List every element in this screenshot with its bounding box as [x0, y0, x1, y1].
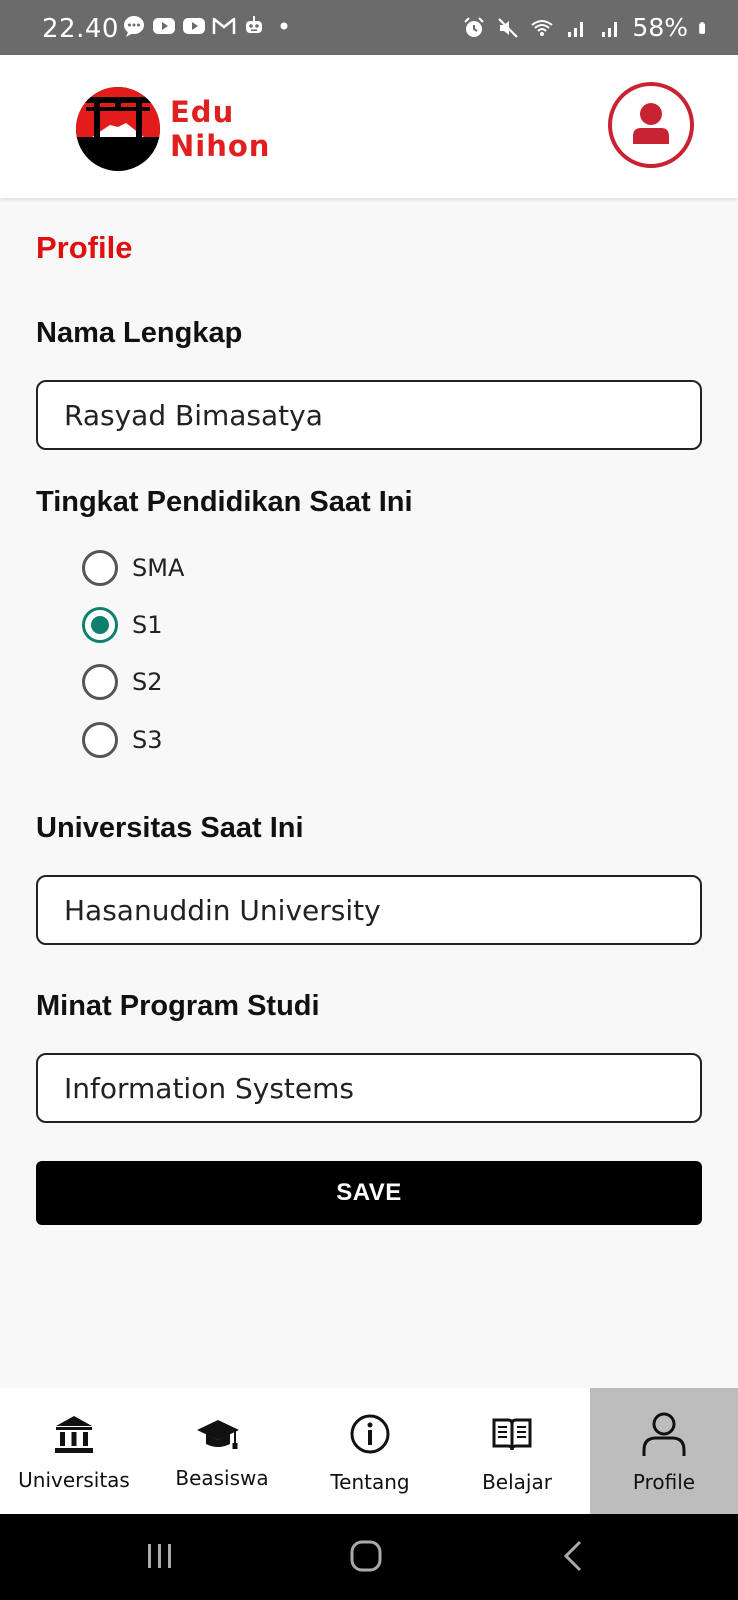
battery-percentage: 58%	[632, 13, 688, 42]
radio-button-checked[interactable]	[82, 607, 118, 643]
brand-name: Edu Nihon	[170, 95, 270, 163]
university-field[interactable]: Hasanuddin University	[36, 875, 702, 945]
university-label: Universitas Saat Ini	[36, 812, 304, 844]
battery-icon	[699, 21, 705, 34]
profile-avatar-button[interactable]	[608, 82, 694, 168]
recent-apps-icon[interactable]	[140, 1536, 180, 1576]
program-value: Information Systems	[64, 1071, 354, 1105]
name-label: Nama Lengkap	[36, 317, 243, 349]
program-field[interactable]: Information Systems	[36, 1053, 702, 1123]
system-indicators: 58%	[462, 13, 712, 42]
education-label: Tingkat Pendidikan Saat Ini	[36, 486, 413, 518]
nav-item-universitas[interactable]: Universitas	[0, 1388, 148, 1514]
home-icon[interactable]	[346, 1536, 386, 1576]
app-header: Edu Nihon	[0, 55, 738, 198]
nav-item-profile[interactable]: Profile	[590, 1388, 738, 1514]
system-navigation-bar	[0, 1514, 738, 1600]
nav-label: Universitas	[18, 1468, 130, 1492]
nav-label: Beasiswa	[175, 1466, 269, 1490]
university-value: Hasanuddin University	[64, 893, 381, 927]
radio-option-sma[interactable]: SMA	[82, 548, 184, 588]
info-icon	[350, 1414, 390, 1454]
radio-label: S2	[132, 668, 163, 696]
status-bar: 22.40 58%	[0, 0, 738, 55]
youtube-icon	[183, 18, 205, 34]
notification-icons	[122, 14, 296, 38]
back-icon[interactable]	[554, 1536, 594, 1576]
graduation-cap-icon	[197, 1420, 239, 1449]
save-button[interactable]: SAVE	[36, 1161, 702, 1225]
gmail-icon	[212, 17, 236, 34]
signal-icon	[568, 21, 584, 37]
dot-icon	[280, 22, 288, 30]
status-time: 22.40	[42, 14, 119, 44]
brand-line-2: Nihon	[170, 129, 271, 163]
page-title: Profile	[36, 230, 133, 265]
person-icon	[642, 1412, 686, 1456]
radio-button[interactable]	[82, 722, 118, 758]
wifi-icon	[531, 19, 554, 36]
bottom-navigation: Universitas Beasiswa Tentang Belajar Pro…	[0, 1388, 738, 1514]
mute-icon	[498, 17, 519, 38]
nav-label: Tentang	[330, 1470, 410, 1494]
chat-bubble-icon	[124, 16, 144, 37]
nav-item-belajar[interactable]: Belajar	[444, 1388, 590, 1514]
radio-label: SMA	[132, 554, 185, 582]
institution-icon	[55, 1416, 93, 1453]
alarm-icon	[464, 16, 485, 37]
brand-line-1: Edu	[170, 95, 235, 129]
radio-option-s1[interactable]: S1	[82, 605, 163, 645]
radio-label: S1	[132, 611, 163, 639]
radio-option-s3[interactable]: S3	[82, 720, 163, 760]
user-icon	[633, 103, 669, 144]
radio-button[interactable]	[82, 550, 118, 586]
radio-label: S3	[132, 726, 163, 754]
torii-gate-logo	[76, 87, 160, 171]
nav-label: Belajar	[482, 1470, 552, 1494]
signal-icon	[602, 21, 618, 37]
nav-label: Profile	[632, 1470, 696, 1494]
book-icon	[492, 1418, 532, 1451]
nav-item-beasiswa[interactable]: Beasiswa	[148, 1388, 296, 1514]
radio-button[interactable]	[82, 664, 118, 700]
youtube-icon	[153, 18, 175, 34]
robot-icon	[246, 16, 262, 33]
nav-item-tentang[interactable]: Tentang	[296, 1388, 444, 1514]
name-value: Rasyad Bimasatya	[64, 398, 323, 432]
program-label: Minat Program Studi	[36, 990, 320, 1022]
name-field[interactable]: Rasyad Bimasatya	[36, 380, 702, 450]
radio-option-s2[interactable]: S2	[82, 662, 163, 702]
